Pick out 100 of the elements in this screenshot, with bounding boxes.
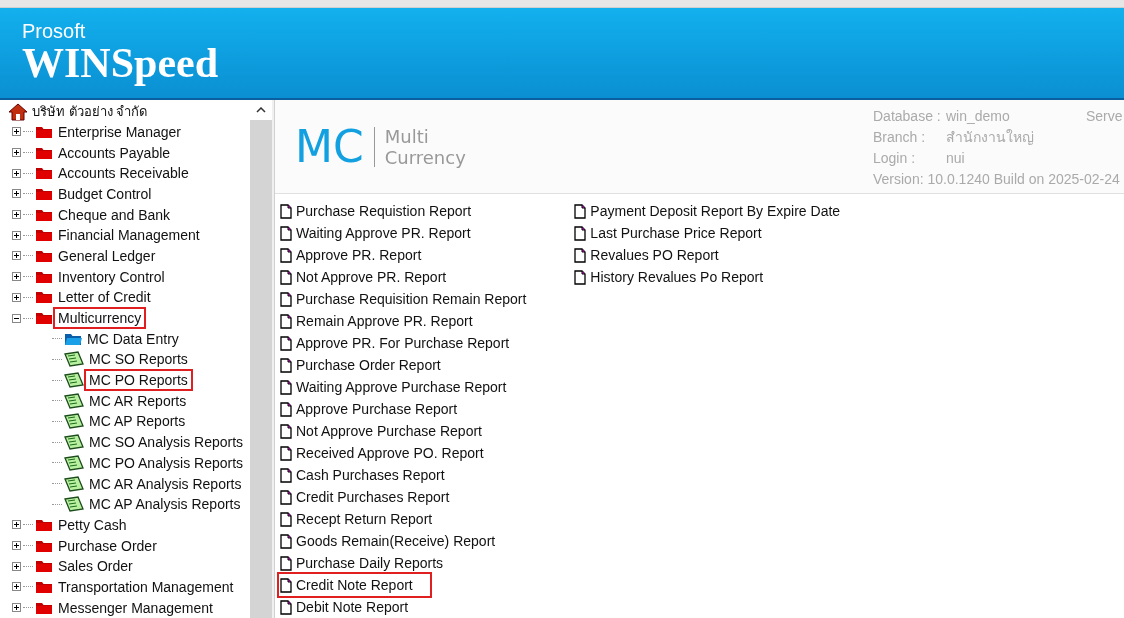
expand-icon[interactable] (12, 189, 21, 199)
tree-item[interactable]: Budget Control (55, 184, 155, 203)
expand-icon[interactable] (12, 520, 21, 530)
tree-item[interactable]: MC SO Reports (86, 350, 191, 369)
expand-icon[interactable] (12, 148, 21, 158)
document-icon (280, 225, 292, 241)
folder-icon (35, 538, 53, 553)
report-link[interactable]: Not Approve Purchase Report (279, 420, 499, 442)
expand-icon[interactable] (12, 168, 21, 178)
report-link[interactable]: History Revalues Po Report (573, 266, 781, 288)
report-link[interactable]: Last Purchase Price Report (573, 222, 779, 244)
tree-item[interactable]: Messenger Management (55, 598, 216, 617)
tree-item[interactable]: Financial Management (55, 226, 203, 245)
tree-item[interactable]: MC PO Analysis Reports (86, 453, 247, 472)
report-link[interactable]: Approve Purchase Report (279, 398, 475, 420)
document-icon (574, 203, 587, 219)
expand-icon[interactable] (12, 210, 21, 220)
document-icon (280, 577, 292, 593)
document-icon (280, 379, 292, 395)
report-list-icon (64, 392, 84, 409)
document-icon (280, 423, 292, 439)
module-name: Currency (384, 146, 466, 168)
report-list-icon (64, 372, 84, 389)
scrollbar[interactable] (250, 100, 272, 618)
tree-item[interactable]: MC Data Entry (84, 329, 182, 348)
expand-icon[interactable] (12, 541, 21, 551)
document-icon (280, 533, 292, 549)
report-link[interactable]: Goods Remain(Receive) Report (279, 530, 513, 552)
report-link[interactable]: Received Approve PO. Report (279, 442, 501, 464)
tree-item[interactable]: Petty Cash (55, 515, 130, 534)
module-code: MC (295, 124, 364, 169)
tree-item[interactable]: Accounts Payable (55, 143, 174, 162)
folder-icon (35, 311, 53, 326)
folder-icon (35, 290, 53, 305)
document-icon (280, 335, 292, 351)
document-icon (280, 599, 292, 615)
report-link[interactable]: Approve PR. For Purchase Report (279, 332, 527, 354)
brand-subtitle: Prosoft (22, 21, 87, 41)
report-link[interactable]: Waiting Approve Purchase Report (279, 376, 524, 398)
tree-item[interactable]: General Ledger (55, 246, 159, 265)
folder-icon (35, 269, 53, 284)
report-link[interactable]: Credit Purchases Report (279, 486, 467, 508)
tree-item[interactable]: Letter of Credit (55, 288, 154, 307)
report-list-icon (64, 413, 84, 430)
tree-root[interactable]: บริษัท ตัวอย่าง จำกัด (32, 102, 148, 122)
info-value: nui (946, 149, 966, 168)
tree-item[interactable]: Transportation Management (55, 577, 237, 596)
expand-icon[interactable] (12, 251, 21, 261)
report-link[interactable]: Purchase Daily Reports (279, 552, 461, 574)
document-icon (280, 511, 292, 527)
info-value: สำนักงานใหญ่ (946, 128, 1035, 147)
tree-item[interactable]: MC PO Reports (86, 371, 191, 390)
tree-item[interactable]: MC AP Analysis Reports (86, 495, 244, 514)
document-icon (574, 247, 587, 263)
tree-item[interactable]: Accounts Receivable (55, 164, 192, 183)
document-icon (280, 401, 292, 417)
report-link[interactable]: Purchase Requistion Report (279, 200, 489, 222)
report-link[interactable]: Purchase Order Report (279, 354, 458, 376)
report-link[interactable]: Debit Note Report (279, 596, 426, 618)
expand-icon[interactable] (12, 230, 21, 240)
report-link[interactable]: Recept Return Report (279, 508, 450, 530)
scroll-up-icon[interactable] (256, 107, 266, 113)
info-label: Login : (873, 149, 917, 168)
folder-icon (35, 228, 53, 243)
report-link[interactable]: Approve PR. Report (279, 244, 439, 266)
expand-icon[interactable] (12, 272, 21, 282)
folder-icon (35, 186, 53, 201)
tree-item[interactable]: Cheque and Bank (55, 205, 174, 224)
tree-item[interactable]: Multicurrency (55, 309, 145, 328)
tree-item[interactable]: MC AR Reports (86, 391, 190, 410)
report-link[interactable]: Remain Approve PR. Report (279, 310, 490, 332)
report-link[interactable]: Waiting Approve PR. Report (279, 222, 488, 244)
report-link[interactable]: Not Approve PR. Report (279, 266, 464, 288)
expand-icon[interactable] (12, 127, 21, 137)
report-link[interactable]: Revalues PO Report (573, 244, 736, 266)
document-icon (280, 313, 292, 329)
house-icon (8, 102, 28, 121)
tree-item[interactable]: Enterprise Manager (55, 122, 184, 141)
report-link[interactable]: Cash Purchases Report (279, 464, 462, 486)
tree-item[interactable]: Inventory Control (55, 267, 168, 286)
expand-icon[interactable] (12, 292, 21, 302)
document-icon (280, 555, 292, 571)
expand-icon[interactable] (12, 561, 21, 571)
report-link[interactable]: Purchase Requisition Remain Report (279, 288, 544, 310)
tree-item[interactable]: MC AR Analysis Reports (86, 474, 245, 493)
document-icon (280, 291, 292, 307)
tree-item[interactable]: MC SO Analysis Reports (86, 433, 247, 452)
report-link[interactable]: Payment Deposit Report By Expire Date (573, 200, 858, 222)
tree-item[interactable]: Purchase Order (55, 536, 160, 555)
document-icon (280, 203, 292, 219)
report-list-icon (64, 351, 84, 368)
folder-icon (35, 248, 53, 263)
tree-item[interactable]: MC AP Reports (86, 412, 189, 431)
collapse-icon[interactable] (12, 313, 21, 323)
report-link[interactable]: Credit Note Report (279, 574, 430, 596)
expand-icon[interactable] (12, 582, 21, 592)
tree-item[interactable]: Sales Order (55, 557, 136, 576)
report-list-icon (64, 454, 84, 471)
folder-icon (35, 145, 53, 160)
expand-icon[interactable] (12, 603, 21, 613)
